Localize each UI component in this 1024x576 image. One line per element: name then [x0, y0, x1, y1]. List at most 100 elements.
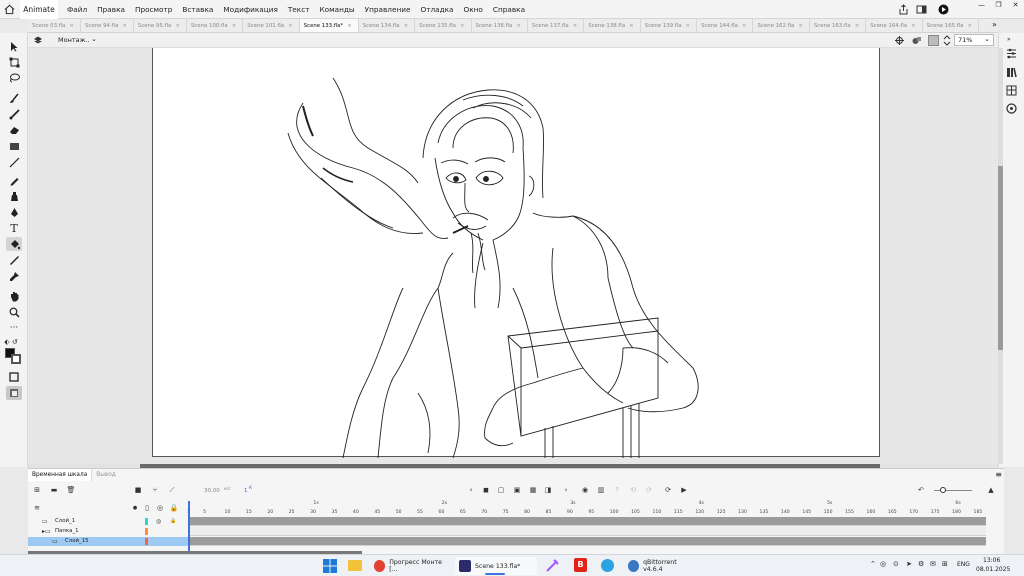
clock-date[interactable]: 08.01.2025 [976, 566, 1010, 573]
tray-mail-icon[interactable]: ✉ [930, 560, 936, 568]
layer-name[interactable]: Папка_1 [55, 527, 79, 536]
frame-grid[interactable] [188, 517, 986, 551]
tab-timeline[interactable]: Временная шкала [28, 469, 93, 481]
edit-multiple-frames-icon[interactable]: ▥ [596, 486, 606, 495]
document-tab[interactable]: Scene 164.fla × [866, 19, 923, 32]
document-tab[interactable]: Scene 94.fla × [81, 19, 134, 32]
tab-close-icon[interactable]: × [288, 23, 293, 29]
undo-icon[interactable]: ↶ [916, 486, 926, 495]
document-tab[interactable]: Scene 101.fla × [243, 19, 300, 32]
clock-time[interactable]: 13:06 [983, 557, 1000, 564]
document-tab[interactable]: Scene 137.fla × [528, 19, 585, 32]
tab-close-icon[interactable]: × [686, 23, 691, 29]
visibility-icon[interactable]: ◎ [155, 504, 165, 513]
taskbar-app[interactable]: qBittorrent v4.6.4 [624, 557, 694, 575]
layer-row[interactable]: ▭ Слой_1 ◎ 🔒 [28, 517, 188, 526]
taskbar-app[interactable]: Прогресс Монте [... [370, 557, 448, 575]
home-icon[interactable] [4, 4, 15, 15]
tab-close-icon[interactable]: × [122, 23, 127, 29]
tray-overflow-icon[interactable]: ⌃ [870, 560, 876, 568]
tab-close-icon[interactable]: × [175, 23, 180, 29]
graph-icon[interactable]: ⟋ [167, 486, 177, 495]
eraser-icon[interactable] [6, 123, 22, 137]
pencil-icon[interactable] [6, 173, 22, 187]
close-icon[interactable]: ✕ [1007, 0, 1024, 10]
tab-close-icon[interactable]: × [911, 23, 916, 29]
stage-canvas[interactable] [152, 48, 880, 459]
insert-blank-keyframe-icon[interactable]: ▢ [496, 486, 506, 495]
color-icon[interactable] [1006, 103, 1017, 114]
new-layer-icon[interactable]: ⊞ [32, 486, 42, 495]
menu-item[interactable]: Вставка [177, 0, 218, 19]
menu-item[interactable]: Текст [283, 0, 315, 19]
menu-item[interactable]: Окно [459, 0, 488, 19]
zoom-slider-knob[interactable] [940, 487, 946, 493]
camera-icon[interactable]: ■ [133, 486, 143, 495]
layer-row[interactable]: ▸▭ Папка_1 [28, 527, 188, 536]
workspace-icon[interactable] [916, 4, 927, 17]
menu-item[interactable]: Справка [488, 0, 530, 19]
selection-tool-icon[interactable] [6, 39, 22, 53]
play-icon[interactable]: ▶ [679, 486, 689, 495]
menu-item[interactable]: Правка [92, 0, 130, 19]
paint-bucket-icon[interactable] [6, 237, 22, 251]
tab-close-icon[interactable]: × [967, 23, 972, 29]
document-tab[interactable]: Scene 136.fla × [472, 19, 528, 32]
menu-item[interactable]: Команды [314, 0, 359, 19]
paint-brush-icon[interactable] [6, 91, 22, 105]
lock-icon[interactable]: 🔒 [169, 504, 179, 513]
zoom-tool-icon[interactable] [6, 305, 22, 319]
brush-icon[interactable] [6, 107, 22, 121]
current-frame[interactable]: 1 [244, 488, 248, 494]
share-icon[interactable] [898, 4, 909, 17]
scroll-thumb[interactable] [998, 166, 1003, 350]
fps-value[interactable]: 30,00 [204, 488, 220, 494]
delete-layer-icon[interactable]: 🗑 [66, 486, 76, 495]
assets-icon[interactable] [1006, 85, 1017, 96]
start-icon[interactable] [323, 559, 337, 573]
document-tab[interactable]: Scene 144.fla × [697, 19, 754, 32]
snap-icon[interactable] [6, 386, 22, 400]
zoom-field[interactable]: 71% ⌄ [954, 34, 994, 46]
file-explorer-icon[interactable] [348, 560, 362, 571]
layer-row[interactable]: ▭ Слой_15 [28, 537, 188, 546]
panel-menu-icon[interactable]: ≡ [995, 470, 1002, 479]
layer-name[interactable]: Слой_1 [55, 517, 75, 526]
onion-skin-icon[interactable]: ◉ [580, 486, 590, 495]
menu-item[interactable]: Просмотр [130, 0, 177, 19]
restore-icon[interactable]: ❐ [990, 0, 1007, 10]
clip-canvas-icon[interactable] [928, 35, 939, 46]
layer-color-swatch[interactable] [145, 538, 148, 545]
free-transform-icon[interactable] [6, 55, 22, 69]
menu-item[interactable]: Отладка [415, 0, 458, 19]
document-tab[interactable]: Scene 134.fla × [359, 19, 416, 32]
fill-color-swatch[interactable] [11, 354, 21, 364]
first-frame-icon[interactable]: ⤒ [612, 486, 622, 495]
next-frame-icon[interactable]: ⟳ [644, 486, 654, 495]
library-icon[interactable] [1006, 67, 1017, 78]
tab-close-icon[interactable]: × [629, 23, 634, 29]
text-tool-icon[interactable]: T [6, 221, 22, 235]
chevron-down-icon[interactable]: ⌄ [91, 35, 97, 43]
ink-bottle-icon[interactable] [6, 189, 22, 203]
scene-icon[interactable] [33, 36, 43, 45]
object-drawing-icon[interactable] [6, 370, 22, 384]
minimize-icon[interactable]: — [973, 0, 990, 10]
parenting-icon[interactable]: ⑂ [150, 486, 160, 495]
document-tab[interactable]: Scene 135.fla × [415, 19, 472, 32]
create-tween-icon[interactable]: ▦ [528, 486, 538, 495]
layer-color-swatch[interactable] [145, 528, 148, 535]
taskbar-app[interactable]: Scene 133.fla* [455, 557, 537, 575]
tab-close-icon[interactable]: × [742, 23, 747, 29]
line-tool-icon[interactable] [6, 155, 22, 169]
document-tab[interactable]: Scene 163.fla × [810, 19, 867, 32]
document-tab[interactable]: Scene 139.fla × [641, 19, 698, 32]
prev-keyframe-icon[interactable]: ‹ [466, 486, 476, 495]
insert-keyframe-icon[interactable]: ◼ [481, 486, 491, 495]
tab-close-icon[interactable]: × [404, 23, 409, 29]
highlight-icon[interactable]: ● [130, 504, 140, 513]
tab-close-icon[interactable]: × [573, 23, 578, 29]
document-tab[interactable]: Scene 162.fla × [753, 19, 810, 32]
insert-frame-icon[interactable]: ▣ [512, 486, 522, 495]
stage-vertical-scrollbar[interactable] [998, 48, 1003, 464]
